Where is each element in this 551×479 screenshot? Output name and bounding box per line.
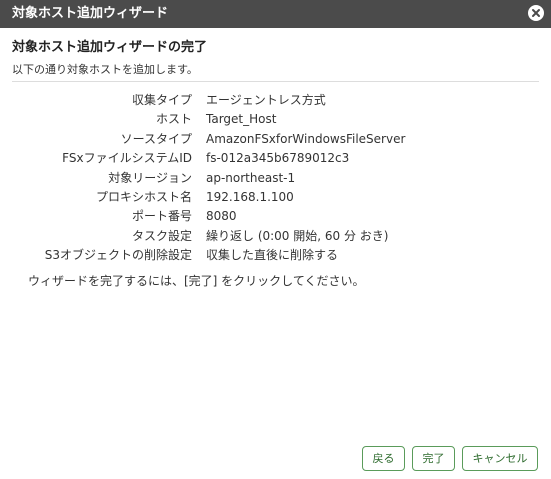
summary-row-region: 対象リージョン ap-northeast-1: [0, 169, 551, 188]
summary-row-port: ポート番号 8080: [0, 207, 551, 226]
summary-label: ホスト: [155, 112, 192, 127]
finish-button[interactable]: 完了: [412, 446, 455, 471]
summary-value: 192.168.1.100: [206, 189, 294, 204]
summary-row-source-type: ソースタイプ AmazonFSxforWindowsFileServer: [0, 130, 551, 149]
cancel-button[interactable]: キャンセル: [462, 446, 538, 471]
summary-value: ap-northeast-1: [206, 170, 296, 185]
divider: [12, 81, 539, 82]
summary-value: AmazonFSxforWindowsFileServer: [206, 131, 406, 146]
dialog-title: 対象ホスト追加ウィザード: [12, 6, 169, 21]
dialog-titlebar: 対象ホスト追加ウィザード: [0, 0, 551, 28]
summary-label: S3オブジェクトの削除設定: [44, 248, 192, 263]
summary-label: ソースタイプ: [120, 131, 192, 146]
summary-value: エージェントレス方式: [206, 93, 326, 107]
close-icon[interactable]: [528, 5, 544, 21]
summary-value: 8080: [206, 209, 237, 224]
back-button[interactable]: 戻る: [362, 446, 405, 471]
summary-label: プロキシホスト名: [95, 189, 192, 204]
summary-label: ポート番号: [131, 209, 192, 224]
summary-label: タスク設定: [131, 228, 192, 243]
finish-instruction: ウィザードを完了するには、[完了] をクリックしてください。: [28, 274, 365, 288]
summary-value: 収集した直後に削除する: [206, 248, 339, 263]
wizard-dialog: 対象ホスト追加ウィザード 対象ホスト追加ウィザードの完了 以下の通り対象ホストを…: [0, 0, 551, 479]
summary-row-task-setting: タスク設定 繰り返し (0:00 開始, 60 分 おき): [0, 227, 551, 246]
summary-row-proxy-host: プロキシホスト名 192.168.1.100: [0, 188, 551, 207]
summary-row-s3-delete: S3オブジェクトの削除設定 収集した直後に削除する: [0, 246, 551, 265]
summary-row-host: ホスト Target_Host: [0, 110, 551, 129]
summary-row-collection-type: 収集タイプ エージェントレス方式: [0, 91, 551, 110]
page-description: 以下の通り対象ホストを追加します。: [12, 63, 198, 76]
summary-row-fsx-id: FSxファイルシステムID fs-012a345b6789012c3: [0, 149, 551, 168]
summary-label: FSxファイルシステムID: [62, 151, 192, 166]
summary-value: 繰り返し (0:00 開始, 60 分 おき): [206, 228, 389, 243]
summary-label: 収集タイプ: [131, 93, 192, 107]
summary-list: 収集タイプ エージェントレス方式 ホスト Target_Host ソースタイプ …: [0, 91, 551, 266]
page-heading: 対象ホスト追加ウィザードの完了: [12, 40, 208, 55]
summary-value: Target_Host: [206, 112, 277, 127]
summary-label: 対象リージョン: [108, 170, 192, 185]
summary-value: fs-012a345b6789012c3: [206, 151, 350, 166]
